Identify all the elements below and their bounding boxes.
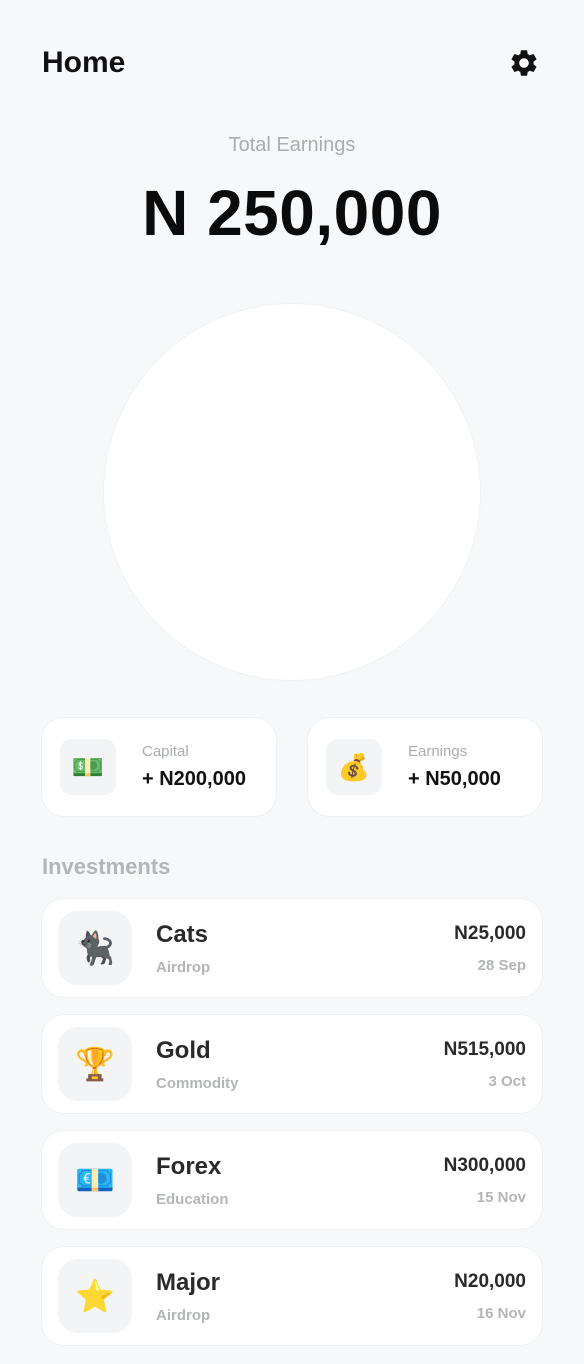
settings-button[interactable] [504,43,544,83]
cat-icon: 🐈‍⬛ [58,911,132,985]
investment-name: Cats [156,920,209,948]
investments-title: Investments [42,854,171,879]
investment-item-major[interactable]: ⭐ Major Airdrop N20,000 16 Nov [42,1247,542,1345]
investment-amount: N20,000 [454,1270,526,1292]
investment-item-gold[interactable]: 🏆 Gold Commodity N515,000 3 Oct [42,1015,542,1113]
investment-name: Forex [156,1152,222,1180]
total-earnings-value: N 250,000 [142,177,442,249]
investment-amount: N300,000 [443,1154,526,1176]
money-bill-icon: 💵 [60,739,116,795]
gear-icon [511,50,537,76]
investment-item-forex[interactable]: 💶 Forex Education N300,000 15 Nov [42,1131,542,1229]
investment-category: Commodity [156,1074,239,1092]
investment-date: 3 Oct [488,1072,526,1090]
money-bag-icon: 💰 [326,739,382,795]
investment-date: 15 Nov [476,1188,526,1206]
investment-category: Education [156,1190,229,1208]
investment-amount: N515,000 [443,1038,526,1060]
investment-name: Gold [156,1036,211,1064]
investments-list: 🐈‍⬛ Cats Airdrop N25,000 28 Sep 🏆 Gold C… [42,899,542,1363]
star-icon: ⭐ [58,1259,132,1333]
trophy-icon: 🏆 [58,1027,132,1101]
investment-amount: N25,000 [454,922,526,944]
investment-name: Major [156,1268,221,1296]
earnings-card[interactable]: 💰 Earnings + N50,000 [308,718,542,816]
summary-cards: 💵 Capital + N200,000 💰 Earnings + N50,00… [42,718,542,816]
total-earnings-label: Total Earnings [228,134,356,156]
investment-category: Airdrop [156,1306,211,1324]
page-title: Home [42,46,126,79]
capital-value: + N200,000 [142,768,246,790]
investment-category: Airdrop [156,958,211,976]
app-header: Home [42,40,544,86]
earnings-label: Earnings [408,743,468,760]
earnings-chart-circle [104,304,480,680]
capital-label: Capital [142,743,189,760]
capital-card[interactable]: 💵 Capital + N200,000 [42,718,276,816]
investment-date: 16 Nov [476,1304,526,1322]
earnings-value: + N50,000 [408,768,501,790]
investment-date: 28 Sep [477,956,526,974]
euro-banknote-icon: 💶 [58,1143,132,1217]
investment-item-cats[interactable]: 🐈‍⬛ Cats Airdrop N25,000 28 Sep [42,899,542,997]
